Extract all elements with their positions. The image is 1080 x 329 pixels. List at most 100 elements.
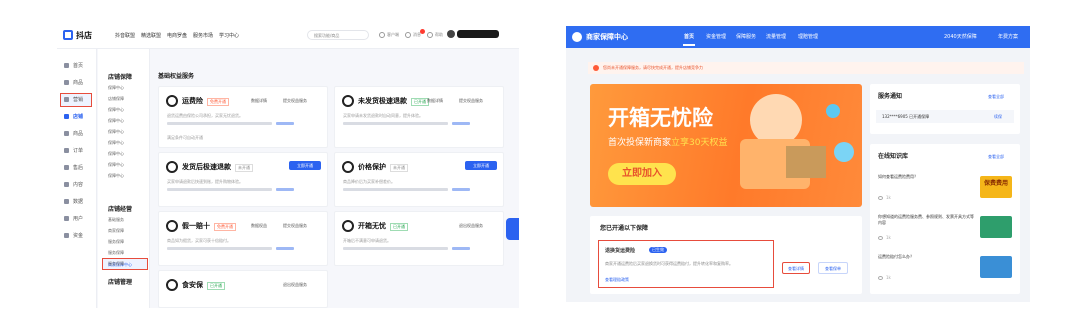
opened-item-policy-link[interactable]: 查看理赔政策 [605, 278, 629, 282]
card-link-1[interactable]: 提交权益服务 [283, 224, 307, 228]
subnav-item-b0[interactable]: 基础服务 [108, 218, 124, 222]
opened-item-highlight-box[interactable]: 退换货运费险 已生效 商家开通运费险后买家退换货时可获得运费赔付，提升转化率和复… [598, 240, 774, 288]
benefit-card[interactable]: 未发货极速退款 已开通 数据详情 提交权益服务 买家申请未发货退款时自动同意，提升体验。 [334, 86, 504, 148]
banner-join-button[interactable]: 立即加入 [608, 163, 676, 185]
benefit-card[interactable]: 食安保 已开通 退出权益服务 [158, 270, 328, 308]
knowledge-item[interactable]: 如何查看运费险费用？ 1k 保费费用 [876, 172, 1014, 206]
help-link[interactable]: 帮助 [435, 33, 443, 37]
rail-item-7[interactable]: 内容 [61, 179, 93, 191]
learn-more-link[interactable] [276, 247, 295, 250]
rail-item-label: 资金 [73, 233, 84, 239]
learn-more-link[interactable] [452, 122, 471, 125]
benefit-card-title: 食安保 [182, 281, 203, 289]
subnav-item-a2[interactable]: 保障中心 [108, 108, 124, 112]
service-notice-panel: 服务通知 查看全部 132****6905 已开通保障 续保 [870, 84, 1020, 134]
rail-item-label: 数据 [73, 199, 84, 205]
doudian-logo-icon [63, 30, 73, 40]
top-nav-3[interactable]: 流量管理 [766, 35, 786, 40]
view-details-button[interactable]: 查看详情 [782, 262, 810, 274]
subnav-item-a0[interactable]: 保障中心 [108, 86, 124, 90]
card-link-1[interactable]: 提交权益服务 [283, 99, 307, 103]
avatar[interactable] [447, 30, 455, 38]
top-right-0[interactable]: 2040天然保障 [944, 35, 977, 40]
subnav-item-a4[interactable]: 保障中心 [108, 130, 124, 134]
card-link-0[interactable]: 退出权益服务 [283, 283, 307, 287]
rail-item-label: 售后 [73, 165, 84, 171]
knowledge-more-link[interactable]: 查看全部 [988, 155, 1004, 159]
promo-banner[interactable]: 开箱无忧险 首次投保新商家立享30天权益 立即加入 [590, 84, 862, 207]
card-link-1[interactable]: 提交权益服务 [459, 99, 483, 103]
subnav-item-a3[interactable]: 保障中心 [108, 119, 124, 123]
renew-link[interactable]: 续保 [994, 115, 1002, 119]
rail-item-10[interactable]: 资金 [61, 230, 93, 242]
benefit-card[interactable]: 发货后极速退款 未开通 立即开通 买家申请退款后快速到账，提升购物体验。 [158, 152, 328, 207]
card-link-0[interactable]: 数据权益 [251, 224, 267, 228]
warning-icon [593, 65, 599, 71]
learn-more-link[interactable] [276, 122, 295, 125]
subnav-item-a8[interactable]: 保障中心 [108, 174, 124, 178]
rail-item-1[interactable]: 商品 [61, 77, 93, 89]
client-link[interactable]: 客户端 [387, 33, 399, 37]
order-icon [64, 148, 69, 153]
fake-ten-icon [166, 220, 178, 232]
learn-more-link[interactable] [452, 188, 471, 191]
benefit-card[interactable]: 运费险 免费开通 数据详情 提交权益服务 退货运费由保险公司承担，买家无忧退货。 满足条件… [158, 86, 328, 148]
benefit-card[interactable]: 假一赔十 免费开通 数据权益 提交权益服务 商品如为假货，买家可获十倍赔付。 [158, 211, 328, 266]
service-notice-more-link[interactable]: 查看全部 [988, 95, 1004, 99]
rail-item-2[interactable]: 营销 [61, 94, 93, 106]
rail-item-3[interactable]: 店铺 [61, 111, 93, 123]
knowledge-item[interactable]: 你想知道的运费险服务费、参照规则、发票开具方式等内容 1k [876, 212, 1014, 246]
top-nav-4[interactable]: 学习中心 [219, 34, 239, 39]
secondary-nav: 店铺保障 店铺经营 商家保障中心 店铺管理 [98, 49, 150, 308]
top-right-1[interactable]: 年费方案 [998, 35, 1018, 40]
enable-button[interactable]: 立即开通 [289, 161, 321, 170]
view-policy-button[interactable]: 查看保单 [818, 262, 848, 274]
subnav-item-b2[interactable]: 服务保障 [108, 240, 124, 244]
service-notice-item[interactable]: 132****6905 已开通保障 续保 [876, 110, 1014, 123]
top-nav-1[interactable]: 资金管理 [706, 35, 726, 40]
rail-item-5[interactable]: 订单 [61, 145, 93, 157]
card-link-0[interactable]: 数据详情 [427, 99, 443, 103]
content-icon [64, 182, 69, 187]
top-nav-3[interactable]: 服务市场 [193, 34, 213, 39]
card-link-0[interactable]: 数据详情 [251, 99, 267, 103]
active-tab-underline [683, 44, 695, 46]
benefit-card[interactable]: 开箱无忧 已开通 退出权益服务 开箱后不满意可申请退货。 [334, 211, 504, 266]
rail-item-label: 营销 [73, 97, 84, 103]
learn-more-link[interactable] [276, 188, 295, 191]
top-nav-1[interactable]: 精选联盟 [141, 34, 161, 39]
rail-item-9[interactable]: 用户 [61, 213, 93, 225]
benefit-card-title: 开箱无忧 [358, 222, 386, 230]
enable-button[interactable]: 立即开通 [465, 161, 497, 170]
subnav-item-a7[interactable]: 保障中心 [108, 163, 124, 167]
card-link-0[interactable]: 退出权益服务 [459, 224, 483, 228]
subnav-item-a5[interactable]: 保障中心 [108, 141, 124, 145]
subnav-item-b4[interactable]: 服务保障 [108, 262, 124, 266]
benefit-card-desc: 商品降价后为买家补偿差价。 [343, 179, 395, 184]
message-badge [420, 29, 425, 34]
rail-item-8[interactable]: 数据 [61, 196, 93, 208]
message-link[interactable]: 消息 [413, 33, 421, 37]
search-input[interactable]: 搜索功能/商品 [307, 30, 369, 40]
refund-fast-icon [166, 161, 178, 173]
knowledge-item[interactable]: 运费险赔付怎么办？ 1k [876, 252, 1014, 286]
app-name: 抖店 [76, 31, 92, 40]
subnav-item-b3[interactable]: 服务保障 [108, 251, 124, 255]
benefit-card[interactable]: 价格保护 未开通 立即开通 商品降价后为买家补偿差价。 [334, 152, 504, 207]
subnav-item-a6[interactable]: 保障中心 [108, 152, 124, 156]
subnav-item-a1[interactable]: 店铺保障 [108, 97, 124, 101]
learn-more-link[interactable] [452, 247, 471, 250]
top-nav-0[interactable]: 抖音联盟 [115, 34, 135, 39]
user-icon [64, 216, 69, 221]
rail-item-4[interactable]: 商品 [61, 128, 93, 140]
subnav-item-b1[interactable]: 商家保障 [108, 229, 124, 233]
chat-float-button[interactable] [506, 218, 519, 240]
rail-item-label: 用户 [73, 216, 84, 222]
top-nav-4[interactable]: 理赔管理 [798, 35, 818, 40]
top-nav-2[interactable]: 电商罗盘 [167, 34, 187, 39]
rail-item-0[interactable]: 首页 [61, 60, 93, 72]
top-nav-2[interactable]: 保障服务 [736, 35, 756, 40]
benefit-status-tag: 免费开通 [207, 98, 229, 106]
top-nav-0[interactable]: 首页 [684, 35, 694, 40]
rail-item-6[interactable]: 售后 [61, 162, 93, 174]
